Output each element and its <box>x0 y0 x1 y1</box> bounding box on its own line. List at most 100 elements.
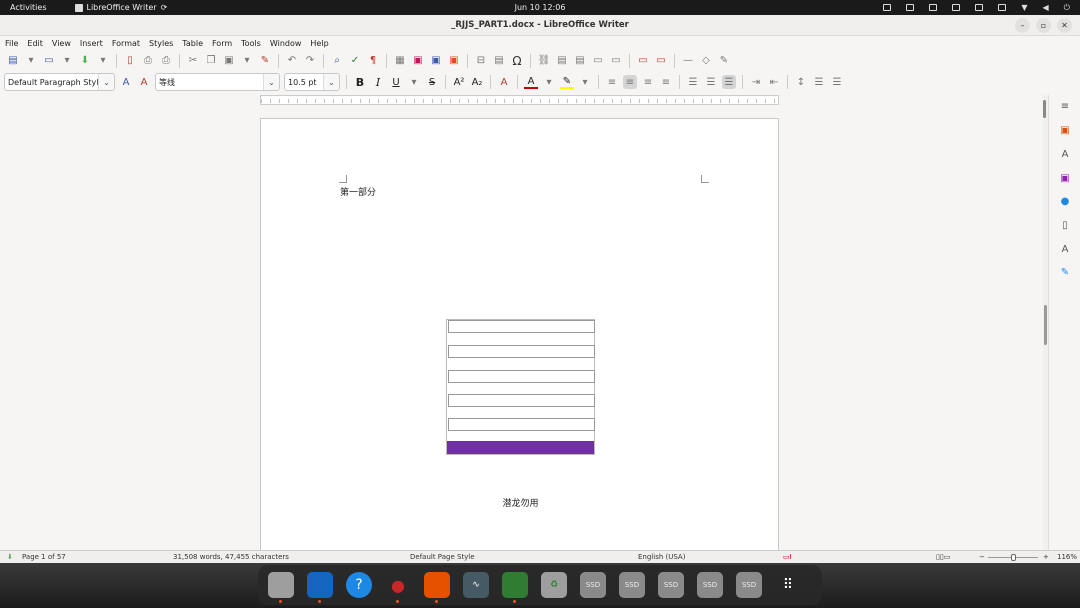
find-replace-icon[interactable]: ⌕ <box>330 54 344 68</box>
increase-paragraph-spacing-icon[interactable]: ☰ <box>812 75 826 89</box>
chevron-down-icon[interactable]: ⌄ <box>323 74 339 90</box>
menu-help[interactable]: Help <box>310 39 328 48</box>
maximize-button[interactable]: ▫ <box>1036 18 1051 33</box>
scrollbar-marker[interactable] <box>1044 305 1047 345</box>
menu-form[interactable]: Form <box>212 39 232 48</box>
style-inspector-icon[interactable]: A <box>1059 243 1071 255</box>
show-apps-icon[interactable]: ⠿ <box>775 572 801 598</box>
strikethrough-button[interactable]: S <box>425 75 439 89</box>
print-icon[interactable]: ⎙ <box>141 54 155 68</box>
special-character-icon[interactable]: Ω <box>510 54 524 68</box>
track-changes-icon[interactable]: ▭ <box>654 54 668 68</box>
unordered-list-icon[interactable]: ☰ <box>686 75 700 89</box>
menu-view[interactable]: View <box>52 39 71 48</box>
increase-indent-icon[interactable]: ⇥ <box>749 75 763 89</box>
zoom-out-icon[interactable]: − <box>979 553 985 561</box>
menu-insert[interactable]: Insert <box>80 39 103 48</box>
table-cell[interactable] <box>448 320 595 333</box>
impress-icon[interactable] <box>424 572 450 603</box>
styles-icon[interactable]: A <box>1059 148 1071 160</box>
open-dropdown-icon[interactable]: ▾ <box>60 54 74 68</box>
tray-app-icon-4[interactable] <box>952 4 961 11</box>
hyperlink-icon[interactable]: ⛓ <box>537 54 551 68</box>
document-canvas[interactable]: 第一部分 潜龙勿用 <box>0 105 1043 550</box>
insert-field-icon[interactable]: ▤ <box>492 54 506 68</box>
align-right-icon[interactable]: ≡ <box>641 75 655 89</box>
bookmark-icon[interactable]: ▭ <box>591 54 605 68</box>
menu-window[interactable]: Window <box>270 39 302 48</box>
table-cell[interactable] <box>448 394 595 407</box>
redo-icon[interactable]: ↷ <box>303 54 317 68</box>
decrease-paragraph-spacing-icon[interactable]: ☰ <box>830 75 844 89</box>
app-icon[interactable]: ● <box>385 572 411 603</box>
gallery-icon[interactable]: ▣ <box>1059 172 1071 184</box>
font-size-combo[interactable]: 10.5 pt ⌄ <box>284 73 340 91</box>
subscript-icon[interactable]: A₂ <box>470 75 484 89</box>
tray-app-icon-6[interactable] <box>998 4 1007 11</box>
page-break-icon[interactable]: ⊟ <box>474 54 488 68</box>
page-icon[interactable]: ▯ <box>1059 219 1071 231</box>
manage-changes-icon[interactable]: ✎ <box>1059 266 1071 278</box>
close-button[interactable]: ✕ <box>1057 18 1072 33</box>
bold-button[interactable]: B <box>353 75 367 89</box>
power-icon[interactable]: ⏻ <box>1064 3 1070 13</box>
basic-shapes-icon[interactable]: ◇ <box>699 54 713 68</box>
paste-icon[interactable]: ▣ <box>222 54 236 68</box>
drive-icon[interactable]: SSD <box>580 572 606 598</box>
tray-app-icon-5[interactable] <box>975 4 984 11</box>
word-count[interactable]: 31,508 words, 47,455 characters <box>173 553 289 561</box>
window-titlebar[interactable]: _RJJS_PART1.docx - LibreOffice Writer – … <box>0 15 1080 36</box>
align-center-icon[interactable]: ≡ <box>623 75 637 89</box>
decrease-indent-icon[interactable]: ⇤ <box>767 75 781 89</box>
paragraph-style-combo[interactable]: Default Paragraph Styl ⌄ <box>4 73 115 91</box>
highlight-color-icon[interactable]: ✎ <box>560 75 574 89</box>
underline-button[interactable]: U <box>389 75 403 89</box>
insert-line-icon[interactable]: — <box>681 54 695 68</box>
copy-icon[interactable]: ❐ <box>204 54 218 68</box>
table-cell[interactable] <box>448 345 595 358</box>
insert-chart-icon[interactable]: ▣ <box>429 54 443 68</box>
system-monitor-icon[interactable]: ∿ <box>463 572 489 598</box>
drive-icon[interactable]: SSD <box>619 572 645 598</box>
properties-icon[interactable]: ▣ <box>1059 124 1071 136</box>
formatting-marks-icon[interactable]: ¶ <box>366 54 380 68</box>
justify-icon[interactable]: ≡ <box>659 75 673 89</box>
font-name-combo[interactable]: 等线 ⌄ <box>155 73 280 91</box>
paste-dropdown-icon[interactable]: ▾ <box>240 54 254 68</box>
export-pdf-icon[interactable]: ▯ <box>123 54 137 68</box>
new-style-icon[interactable]: A <box>137 75 151 89</box>
cut-icon[interactable]: ✂ <box>186 54 200 68</box>
drive-icon[interactable]: SSD <box>697 572 723 598</box>
save-icon[interactable]: ⬇ <box>78 54 92 68</box>
endnote-icon[interactable]: ▤ <box>573 54 587 68</box>
underline-dropdown-icon[interactable]: ▾ <box>407 75 421 89</box>
document-table[interactable] <box>446 319 595 455</box>
menu-format[interactable]: Format <box>112 39 140 48</box>
menu-styles[interactable]: Styles <box>149 39 173 48</box>
calc-icon[interactable] <box>502 572 528 603</box>
highlight-dropdown-icon[interactable]: ▾ <box>578 75 592 89</box>
language[interactable]: English (USA) <box>638 553 685 561</box>
writer-icon[interactable] <box>307 572 333 603</box>
chevron-down-icon[interactable]: ⌄ <box>98 74 114 90</box>
align-left-icon[interactable]: ≡ <box>605 75 619 89</box>
footnote-icon[interactable]: ▤ <box>555 54 569 68</box>
new-document-icon[interactable]: ▤ <box>6 54 20 68</box>
superscript-icon[interactable]: A² <box>452 75 466 89</box>
menu-edit[interactable]: Edit <box>27 39 43 48</box>
menu-tools[interactable]: Tools <box>241 39 261 48</box>
menu-file[interactable]: File <box>5 39 18 48</box>
update-style-icon[interactable]: A <box>119 75 133 89</box>
table-cell[interactable] <box>448 370 595 383</box>
clear-formatting-icon[interactable]: A <box>497 75 511 89</box>
sidebar-menu-icon[interactable]: ≡ <box>1059 100 1071 112</box>
cross-reference-icon[interactable]: ▭ <box>609 54 623 68</box>
scrollbar-thumb[interactable] <box>1043 100 1046 118</box>
table-cell[interactable] <box>448 418 595 431</box>
print-preview-icon[interactable]: ⎙ <box>159 54 173 68</box>
app-menu[interactable]: LibreOffice Writer ⟳ <box>74 3 167 12</box>
font-color-dropdown-icon[interactable]: ▾ <box>542 75 556 89</box>
purple-bar[interactable] <box>447 441 594 454</box>
italic-button[interactable]: I <box>371 75 385 89</box>
system-tray[interactable]: ▼ ◀ ⏻ <box>883 3 1070 13</box>
